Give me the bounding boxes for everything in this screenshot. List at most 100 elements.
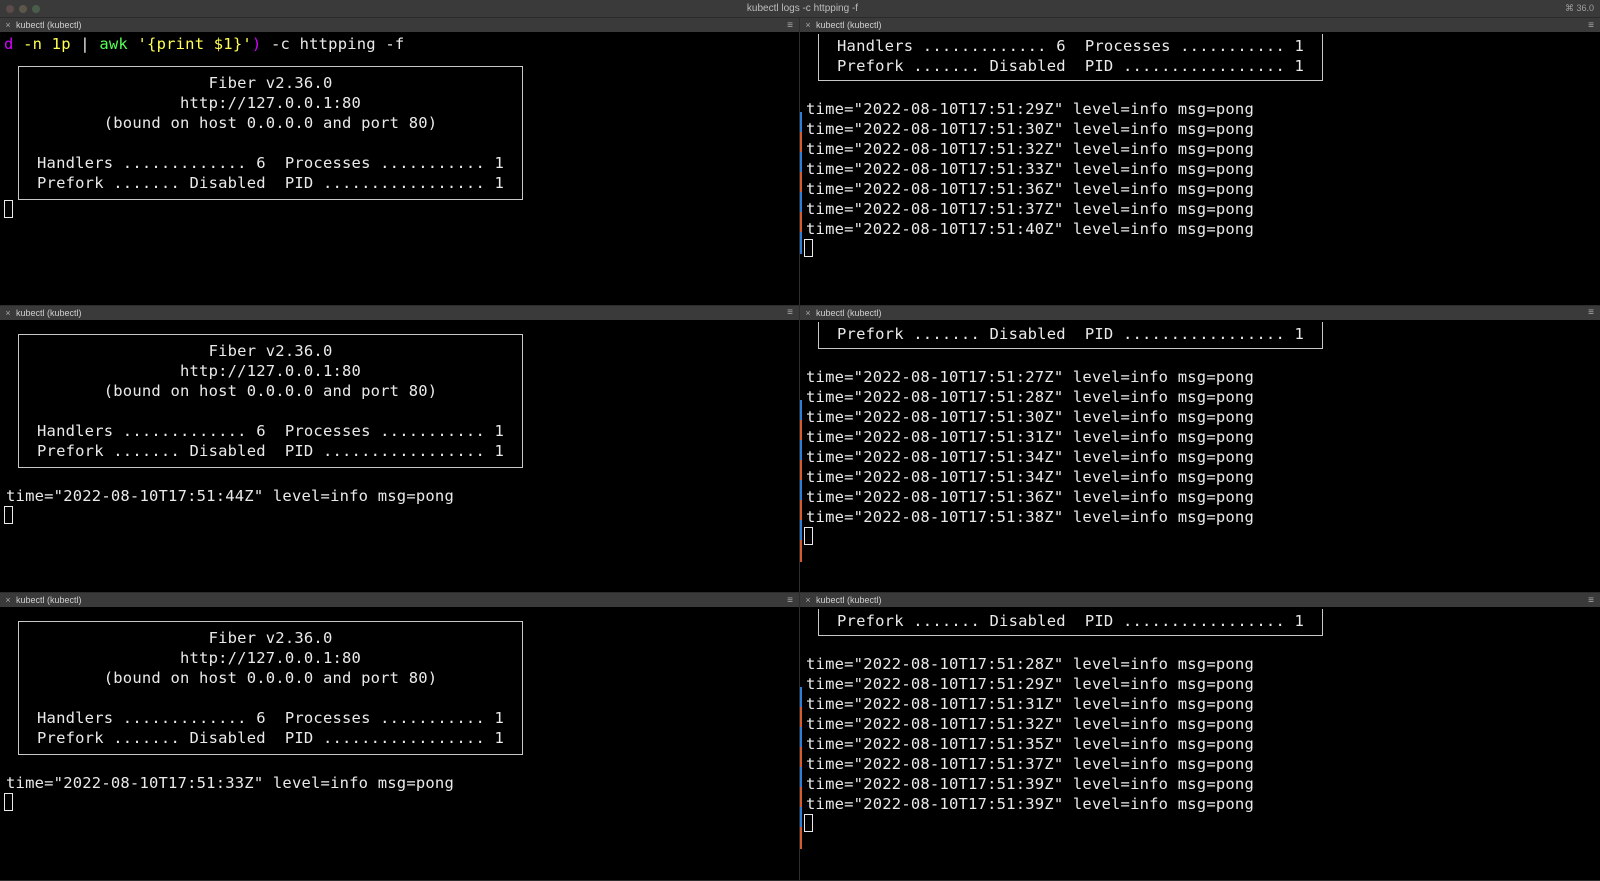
tab-title: kubectl (kubectl) [16,308,82,318]
log-line: time="2022-08-10T17:51:36Z" level=info m… [804,487,1596,507]
log-line: time="2022-08-10T17:51:39Z" level=info m… [804,794,1596,814]
fiber-stats-row: Prefork ....... Disabled PID ...........… [37,173,504,193]
log-line: time="2022-08-10T17:51:31Z" level=info m… [804,427,1596,447]
tab-title: kubectl (kubectl) [816,20,882,30]
fiber-stats-row: Prefork ....... Disabled PID ...........… [837,611,1304,631]
command-token: '{print $1}' [138,35,252,53]
log-line: time="2022-08-10T17:51:37Z" level=info m… [804,754,1596,774]
command-line: d -n 1p | awk '{print $1}') -c httpping … [4,34,795,54]
tab-bar[interactable]: × kubectl (kubectl) ≡ [0,593,799,607]
terminal-output[interactable]: Prefork ....... Disabled PID ...........… [800,320,1600,593]
fiber-banner: Fiber v2.36.0http://127.0.0.1:80(bound o… [18,66,523,200]
terminal-pane[interactable]: × kubectl (kubectl) ≡ Fiber v2.36.0http:… [0,593,800,881]
window-titlebar: kubectl logs -c httpping -f ⌘ 36.0 [0,0,1600,18]
fiber-addr: http://127.0.0.1:80 [37,93,504,113]
fiber-banner-tail: Prefork ....... Disabled PID ...........… [818,609,1323,636]
minimize-icon[interactable] [19,5,27,13]
tab-bar[interactable]: × kubectl (kubectl) ≡ [0,18,799,32]
tab-menu-icon[interactable]: ≡ [785,307,795,318]
tab-title: kubectl (kubectl) [816,308,882,318]
window-controls[interactable] [6,5,40,13]
terminal-pane[interactable]: × kubectl (kubectl) ≡ Prefork ....... Di… [800,306,1600,594]
fiber-bound: (bound on host 0.0.0.0 and port 80) [37,381,504,401]
terminal-output[interactable]: Fiber v2.36.0http://127.0.0.1:80(bound o… [0,607,799,880]
log-line: time="2022-08-10T17:51:32Z" level=info m… [804,139,1596,159]
tab-bar[interactable]: × kubectl (kubectl) ≡ [800,593,1600,607]
window-title: kubectl logs -c httpping -f [40,3,1565,14]
cursor-icon [4,200,13,218]
terminal-output[interactable]: Prefork ....... Disabled PID ...........… [800,607,1600,880]
log-line: time="2022-08-10T17:51:29Z" level=info m… [804,99,1596,119]
close-icon[interactable] [6,5,14,13]
tab-bar[interactable]: × kubectl (kubectl) ≡ [800,306,1600,320]
log-line: time="2022-08-10T17:51:36Z" level=info m… [804,179,1596,199]
log-line: time="2022-08-10T17:51:30Z" level=info m… [804,407,1596,427]
command-token: -n 1p [14,35,81,53]
log-line: time="2022-08-10T17:51:37Z" level=info m… [804,199,1596,219]
command-token: awk [99,35,137,53]
fiber-stats-row: Handlers ............. 6 Processes .....… [37,421,504,441]
cursor-icon [804,814,813,832]
fiber-banner-tail: Handlers ............. 6 Processes .....… [818,34,1323,81]
log-line: time="2022-08-10T17:51:30Z" level=info m… [804,119,1596,139]
terminal-pane[interactable]: × kubectl (kubectl) ≡ Handlers .........… [800,18,1600,306]
tab-bar[interactable]: × kubectl (kubectl) ≡ [800,18,1600,32]
cursor-icon [4,506,13,524]
fiber-bound: (bound on host 0.0.0.0 and port 80) [37,668,504,688]
command-token: d [4,35,14,53]
tab-title: kubectl (kubectl) [16,595,82,605]
command-token: -c httpping -f [261,35,404,53]
fiber-addr: http://127.0.0.1:80 [37,648,504,668]
zoom-icon[interactable] [32,5,40,13]
log-line: time="2022-08-10T17:51:31Z" level=info m… [804,694,1596,714]
log-line: time="2022-08-10T17:51:34Z" level=info m… [804,467,1596,487]
log-line: time="2022-08-10T17:51:35Z" level=info m… [804,734,1596,754]
terminal-output[interactable]: d -n 1p | awk '{print $1}') -c httpping … [0,32,799,305]
fiber-stats-row: Prefork ....... Disabled PID ...........… [37,441,504,461]
fiber-banner: Fiber v2.36.0http://127.0.0.1:80(bound o… [18,334,523,468]
terminal-grid: × kubectl (kubectl) ≡ d -n 1p | awk '{pr… [0,18,1600,881]
terminal-output[interactable]: Fiber v2.36.0http://127.0.0.1:80(bound o… [0,320,799,593]
close-tab-icon[interactable]: × [804,21,812,29]
close-tab-icon[interactable]: × [4,21,12,29]
fiber-title: Fiber v2.36.0 [37,628,504,648]
fiber-stats-row: Handlers ............. 6 Processes .....… [837,36,1304,56]
close-tab-icon[interactable]: × [804,309,812,317]
command-token: ) [252,35,262,53]
fiber-bound: (bound on host 0.0.0.0 and port 80) [37,113,504,133]
log-line: time="2022-08-10T17:51:29Z" level=info m… [804,674,1596,694]
tab-menu-icon[interactable]: ≡ [1586,20,1596,31]
tab-menu-icon[interactable]: ≡ [785,595,795,606]
fiber-banner: Fiber v2.36.0http://127.0.0.1:80(bound o… [18,621,523,755]
log-line: time="2022-08-10T17:51:27Z" level=info m… [804,367,1596,387]
terminal-output[interactable]: Handlers ............. 6 Processes .....… [800,32,1600,305]
close-tab-icon[interactable]: × [4,309,12,317]
log-line: time="2022-08-10T17:51:33Z" level=info m… [804,159,1596,179]
log-line: time="2022-08-10T17:51:39Z" level=info m… [804,774,1596,794]
tab-menu-icon[interactable]: ≡ [785,20,795,31]
window-menu-right: ⌘ 36.0 [1565,3,1594,14]
log-line: time="2022-08-10T17:51:33Z" level=info m… [4,773,795,793]
fiber-banner-tail: Prefork ....... Disabled PID ...........… [818,322,1323,349]
tab-bar[interactable]: × kubectl (kubectl) ≡ [0,306,799,320]
log-line: time="2022-08-10T17:51:32Z" level=info m… [804,714,1596,734]
log-line: time="2022-08-10T17:51:28Z" level=info m… [804,387,1596,407]
fiber-stats-row: Prefork ....... Disabled PID ...........… [837,324,1304,344]
log-line: time="2022-08-10T17:51:34Z" level=info m… [804,447,1596,467]
fiber-stats-row: Prefork ....... Disabled PID ...........… [837,56,1304,76]
log-line: time="2022-08-10T17:51:44Z" level=info m… [4,486,795,506]
terminal-pane[interactable]: × kubectl (kubectl) ≡ Prefork ....... Di… [800,593,1600,881]
command-token: | [80,35,99,53]
tab-menu-icon[interactable]: ≡ [1586,595,1596,606]
terminal-pane[interactable]: × kubectl (kubectl) ≡ d -n 1p | awk '{pr… [0,18,800,306]
tab-title: kubectl (kubectl) [816,595,882,605]
cursor-icon [4,793,13,811]
tab-menu-icon[interactable]: ≡ [1586,307,1596,318]
cursor-icon [804,527,813,545]
tab-title: kubectl (kubectl) [16,20,82,30]
close-tab-icon[interactable]: × [804,596,812,604]
fiber-stats-row: Handlers ............. 6 Processes .....… [37,153,504,173]
terminal-pane[interactable]: × kubectl (kubectl) ≡ Fiber v2.36.0http:… [0,306,800,594]
log-line: time="2022-08-10T17:51:28Z" level=info m… [804,654,1596,674]
close-tab-icon[interactable]: × [4,596,12,604]
